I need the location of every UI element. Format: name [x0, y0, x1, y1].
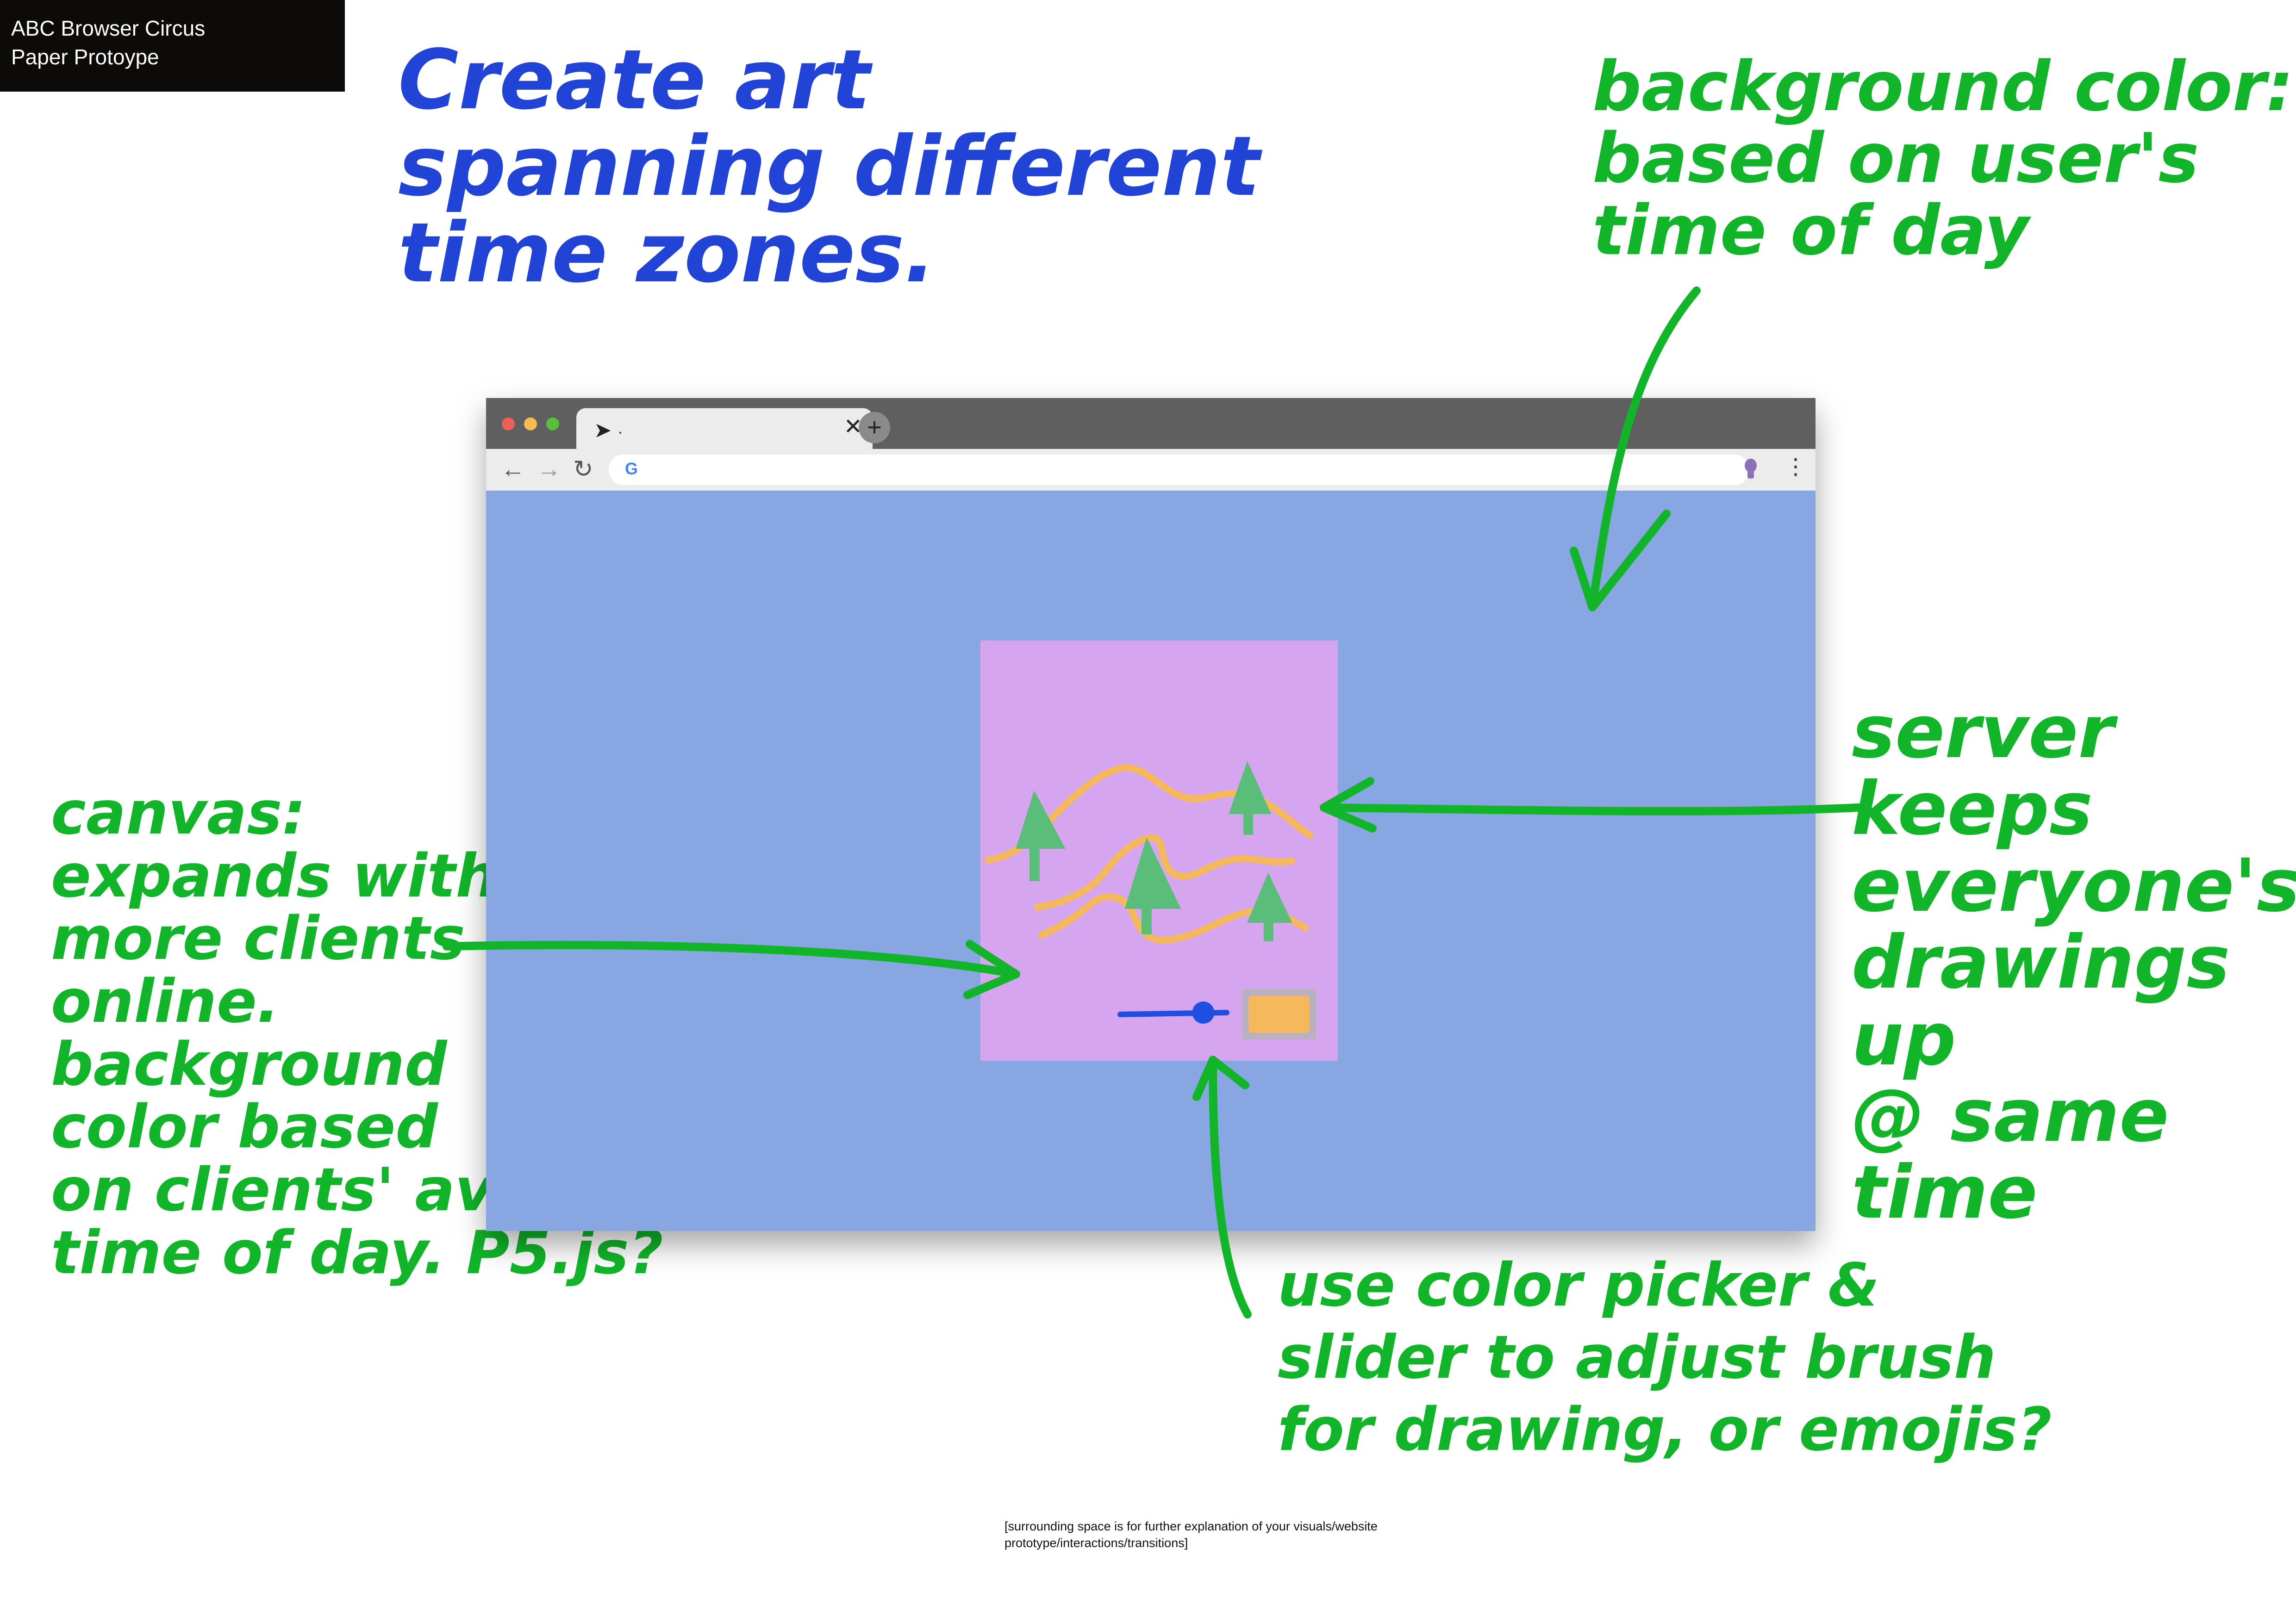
color-picker-swatch[interactable]	[1248, 996, 1310, 1033]
sketch-overlay	[443, 286, 1863, 1318]
picker-arrow	[1209, 1058, 1252, 1318]
tree-2-trunk	[1243, 808, 1253, 835]
canvas-arrow	[443, 941, 1020, 978]
brush-size-slider-thumb[interactable]	[1192, 1001, 1215, 1024]
tree-1-trunk	[1029, 845, 1040, 881]
background-arrowhead	[1570, 510, 1671, 611]
tree-3-trunk	[1142, 903, 1152, 934]
picker-arrowhead	[1192, 1056, 1249, 1101]
server-arrow	[1320, 803, 1863, 815]
tree-4-trunk	[1264, 917, 1273, 941]
background-arrow	[1588, 286, 1701, 610]
